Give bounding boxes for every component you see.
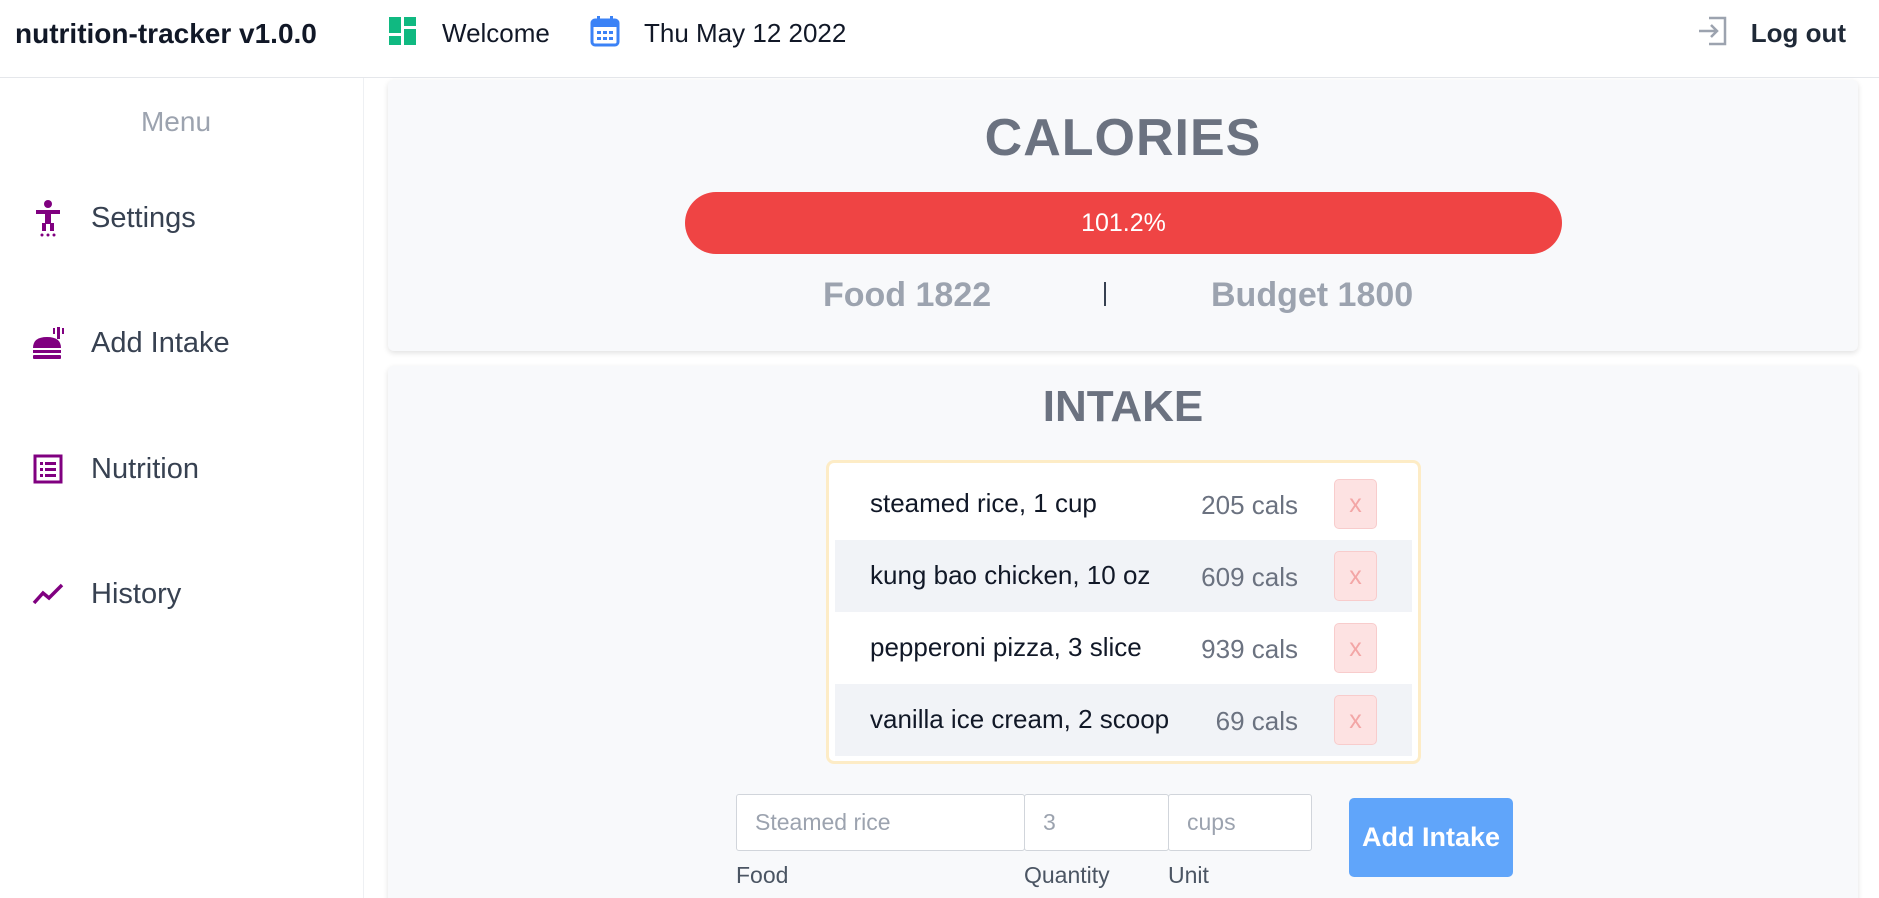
list-icon — [30, 449, 66, 489]
food-name: kung bao chicken, 10 oz — [870, 560, 1151, 590]
quantity-input[interactable] — [1024, 794, 1169, 851]
sidebar-item-add-intake[interactable]: Add Intake — [30, 318, 230, 368]
top-bar: nutrition-tracker v1.0.0 Welcome Thu May… — [0, 0, 1879, 78]
add-intake-button[interactable]: Add Intake — [1349, 798, 1513, 877]
remove-intake-button[interactable]: x — [1334, 695, 1377, 745]
food-total: Food 1822 — [823, 276, 992, 314]
calories-progress-bar: 101.2% — [685, 192, 1562, 254]
food-name: pepperoni pizza, 3 slice — [870, 632, 1142, 662]
welcome-label: Welcome — [442, 17, 550, 48]
list-item: kung bao chicken, 10 oz 609 cals x — [835, 540, 1412, 612]
food-cals: 69 cals — [1215, 706, 1298, 736]
food-cals: 939 cals — [1201, 634, 1298, 664]
food-cals: 205 cals — [1201, 490, 1298, 520]
intake-card: INTAKE steamed rice, 1 cup 205 cals x ku… — [388, 366, 1858, 898]
food-label: Food — [736, 862, 789, 888]
sidebar-item-label: Nutrition — [91, 452, 199, 485]
food-icon — [30, 323, 66, 363]
calories-title: CALORIES — [984, 109, 1262, 167]
list-item: pepperoni pizza, 3 slice 939 cals x — [835, 612, 1412, 684]
sidebar-item-label: Settings — [91, 201, 196, 234]
sidebar-item-label: Add Intake — [91, 326, 230, 359]
sidebar-item-settings[interactable]: Settings — [30, 193, 196, 243]
logout-button[interactable]: Log out — [1697, 14, 1846, 52]
calendar-icon — [590, 15, 620, 52]
accessibility-icon — [30, 198, 66, 238]
remove-intake-button[interactable]: x — [1334, 551, 1377, 601]
date-display[interactable]: Thu May 12 2022 — [590, 14, 846, 52]
food-name: steamed rice, 1 cup — [870, 488, 1097, 518]
food-input[interactable] — [736, 794, 1025, 851]
remove-intake-button[interactable]: x — [1334, 623, 1377, 673]
unit-label: Unit — [1168, 862, 1209, 888]
calories-card: CALORIES 101.2% Food 1822 Budget 1800 — [388, 80, 1858, 351]
logout-label: Log out — [1750, 17, 1846, 48]
quantity-label: Quantity — [1024, 862, 1110, 888]
date-label: Thu May 12 2022 — [644, 17, 847, 48]
budget-total: Budget 1800 — [1211, 276, 1414, 314]
welcome-link[interactable]: Welcome — [388, 14, 550, 52]
dashboard-icon — [388, 16, 418, 51]
app-title: nutrition-tracker v1.0.0 — [15, 18, 317, 49]
sidebar-item-history[interactable]: History — [30, 569, 181, 619]
food-cals: 609 cals — [1201, 562, 1298, 592]
progress-text: 101.2% — [1081, 208, 1166, 237]
intake-title: INTAKE — [1042, 382, 1204, 431]
food-name: vanilla ice cream, 2 scoop — [870, 704, 1170, 734]
stat-divider — [1104, 282, 1106, 306]
menu-title: Menu — [140, 106, 212, 137]
list-item: vanilla ice cream, 2 scoop 69 cals x — [835, 684, 1412, 756]
logout-icon — [1697, 15, 1729, 52]
sidebar-item-label: History — [91, 577, 182, 610]
sidebar: Menu Settings Add Intake Nutrition Histo… — [0, 78, 364, 898]
intake-list: steamed rice, 1 cup 205 cals x kung bao … — [826, 460, 1421, 764]
trend-icon — [30, 574, 66, 614]
sidebar-item-nutrition[interactable]: Nutrition — [30, 444, 199, 494]
list-item: steamed rice, 1 cup 205 cals x — [835, 468, 1412, 540]
remove-intake-button[interactable]: x — [1334, 479, 1377, 529]
unit-input[interactable] — [1168, 794, 1312, 851]
